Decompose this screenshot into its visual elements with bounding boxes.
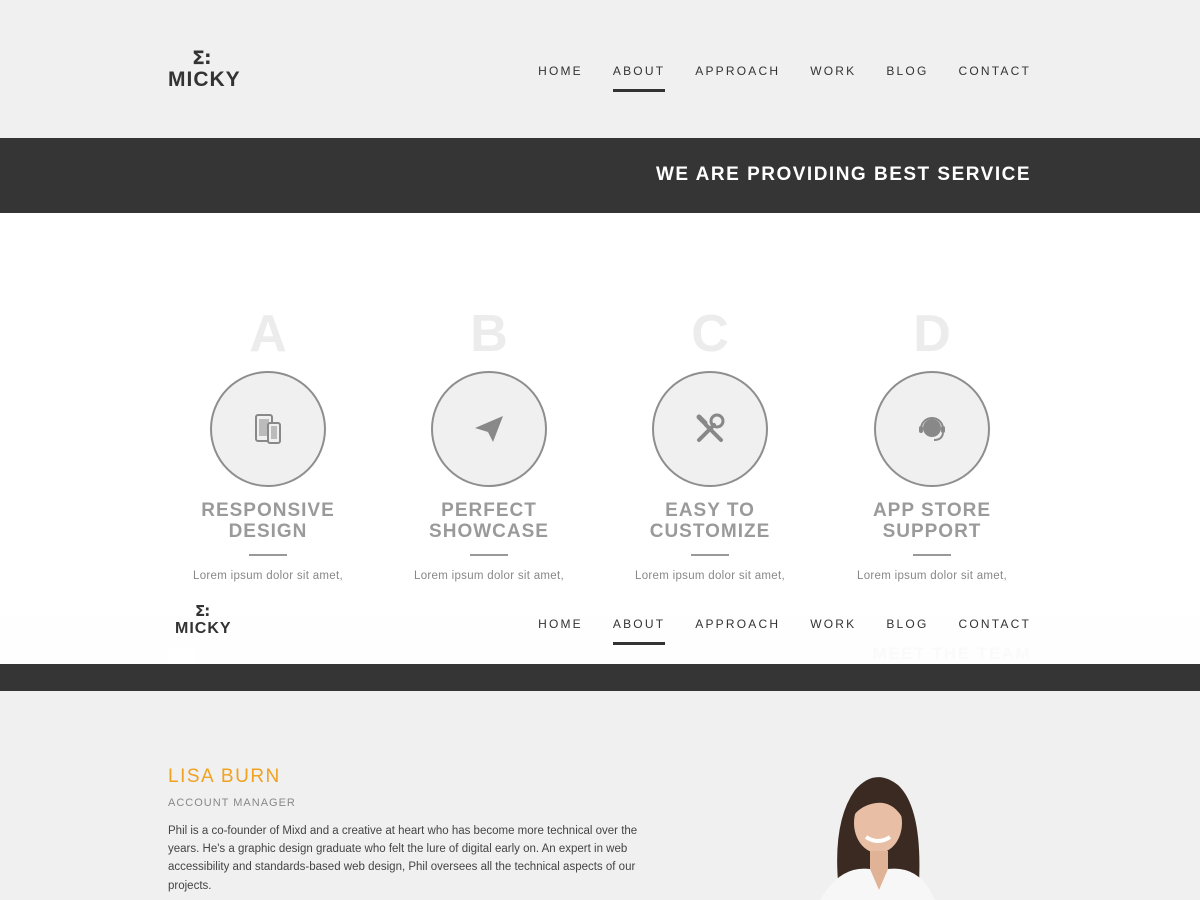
nav-work[interactable]: WORK: [810, 64, 856, 92]
service-title-line2: CUSTOMIZE: [649, 521, 771, 542]
service-title: RESPONSIVE DESIGN: [158, 500, 378, 542]
site-header: Σ: MICKY HOME ABOUT APPROACH WORK BLOG C…: [0, 0, 1200, 138]
paper-plane-icon: [475, 416, 503, 442]
services-section: A RESPONSIVE DESIGN Lorem ipsum dolor si…: [0, 213, 1200, 616]
nav-home[interactable]: HOME: [538, 64, 583, 92]
nav-contact[interactable]: CONTACT: [958, 617, 1031, 645]
nav-home[interactable]: HOME: [538, 617, 583, 645]
service-letter: B: [470, 305, 508, 363]
service-text: Lorem ipsum dolor sit amet,: [635, 570, 785, 582]
devices-icon: [255, 414, 281, 444]
team-banner: [0, 664, 1200, 691]
service-divider: [691, 554, 729, 556]
service-icon-circle[interactable]: [431, 371, 547, 487]
logo-mark: Σ:: [192, 47, 212, 69]
nav-blog[interactable]: BLOG: [886, 64, 928, 92]
nav-about[interactable]: ABOUT: [612, 64, 666, 92]
member-portrait: [820, 777, 935, 900]
service-icon-circle[interactable]: [874, 371, 990, 487]
member-bio: Phil is a co-founder of Mixd and a creat…: [168, 825, 638, 892]
nav-approach[interactable]: APPROACH: [695, 64, 780, 92]
nav-contact[interactable]: CONTACT: [958, 64, 1031, 92]
service-divider: [913, 554, 951, 556]
service-title: APP STORE SUPPORT: [822, 500, 1042, 542]
logo-text: MICKY: [175, 620, 232, 637]
sticky-header: MEET THE TEAM Σ: MICKY HOME ABOUT APPROA…: [0, 603, 1200, 664]
service-text: Lorem ipsum dolor sit amet,: [414, 570, 564, 582]
nav-blog[interactable]: BLOG: [886, 617, 928, 645]
service-icon-circle[interactable]: [210, 371, 326, 487]
nav-approach[interactable]: APPROACH: [695, 617, 780, 645]
service-title: EASY TO CUSTOMIZE: [600, 500, 820, 542]
service-banner: WE ARE PROVIDING BEST SERVICE: [0, 138, 1200, 213]
tools-icon: [696, 413, 725, 442]
service-letter: D: [913, 305, 951, 363]
service-title-line1: RESPONSIVE: [201, 500, 335, 521]
service-title: PERFECT SHOWCASE: [379, 500, 599, 542]
service-title-line1: PERFECT: [441, 500, 537, 521]
ghost-tab: [168, 648, 196, 664]
logo-text: MICKY: [168, 68, 241, 91]
service-icon-circle[interactable]: [652, 371, 768, 487]
logo[interactable]: Σ: MICKY: [168, 48, 248, 92]
team-member: LISA BURN ACCOUNT MANAGER Phil is a co-f…: [0, 691, 1200, 900]
service-letter: A: [249, 305, 287, 363]
service-text: Lorem ipsum dolor sit amet,: [193, 570, 343, 582]
service-title-line2: DESIGN: [228, 521, 308, 542]
nav-work[interactable]: WORK: [810, 617, 856, 645]
member-name: LISA BURN: [168, 766, 281, 787]
service-title-line1: APP STORE: [872, 500, 992, 521]
sticky-logo[interactable]: Σ: MICKY: [175, 603, 255, 639]
service-divider: [249, 554, 287, 556]
service-title-line1: EASY TO: [665, 500, 755, 521]
service-title-line2: SUPPORT: [882, 521, 982, 542]
headset-icon: [919, 417, 945, 441]
team-section-title: MEET THE TEAM: [872, 644, 1031, 663]
banner-title: WE ARE PROVIDING BEST SERVICE: [656, 164, 1031, 185]
member-role: ACCOUNT MANAGER: [168, 797, 296, 809]
nav-about[interactable]: ABOUT: [612, 617, 666, 645]
service-divider: [470, 554, 508, 556]
main-nav: HOME ABOUT APPROACH WORK BLOG CONTACT: [538, 64, 1031, 92]
sticky-nav: HOME ABOUT APPROACH WORK BLOG CONTACT: [538, 617, 1031, 645]
logo-mark: Σ:: [195, 602, 210, 620]
service-letter: C: [691, 305, 729, 363]
service-title-line2: SHOWCASE: [429, 521, 549, 542]
service-text: Lorem ipsum dolor sit amet,: [857, 570, 1007, 582]
